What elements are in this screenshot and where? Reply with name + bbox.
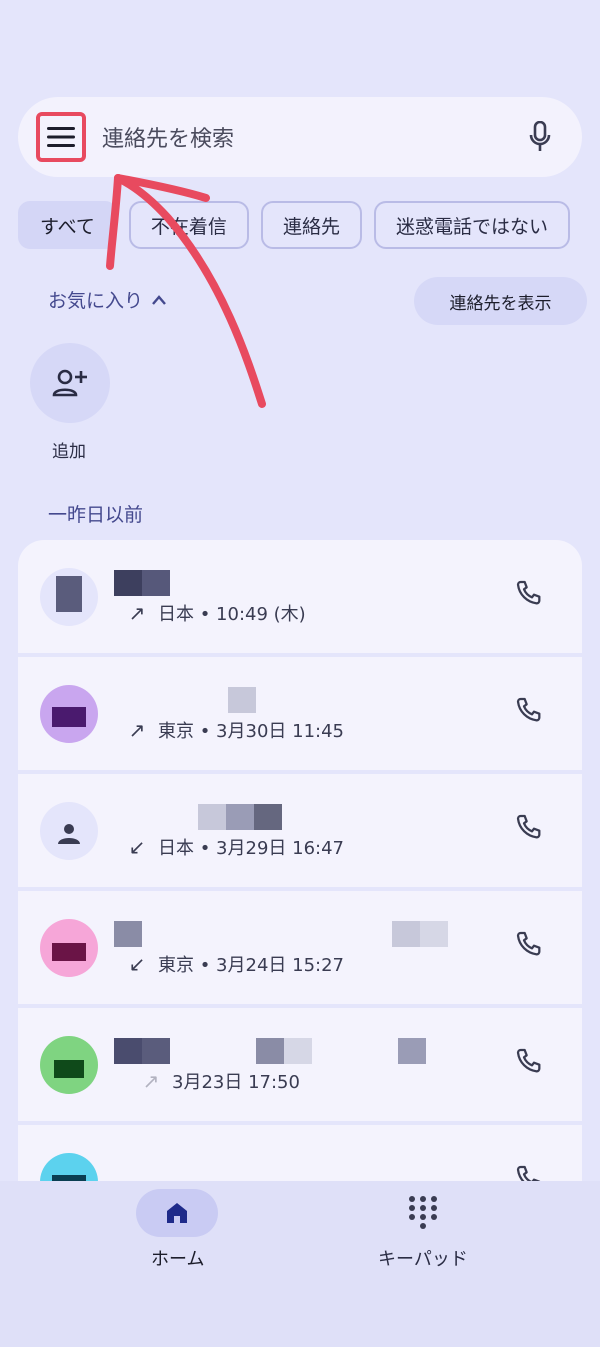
call-detail: 東京 • 3月30日 11:45 [158,721,345,742]
avatar [40,568,98,626]
call-history-item[interactable]: ↗ 3月23日 17:50 [18,1008,582,1121]
chevron-up-icon [152,294,166,305]
chip-not-spam[interactable]: 迷惑電話ではない [373,201,570,249]
search-bar[interactable]: 連絡先を検索 [18,97,582,177]
nav-home-label[interactable]: ホーム [151,1245,204,1271]
phone-icon[interactable] [514,1046,546,1078]
chip-contacts[interactable]: 連絡先 [260,201,362,249]
add-favorite-label: 追加 [52,442,86,462]
add-person-icon [52,369,87,397]
avatar [40,919,98,977]
voice-search-button[interactable] [520,117,560,157]
phone-icon[interactable] [514,578,546,610]
avatar [40,1036,98,1094]
nav-keypad-label[interactable]: キーパッド [378,1245,468,1271]
call-history-item[interactable]: ↗ 東京 • 3月30日 11:45 [18,657,582,770]
menu-icon [47,127,75,147]
call-detail: 東京 • 3月24日 15:27 [158,955,345,976]
call-detail: 日本 • 3月29日 16:47 [158,838,345,859]
favorites-header-label: お気に入り [48,290,144,312]
favorites-header[interactable]: お気に入り [48,286,167,313]
blurred-contact-name [228,687,256,713]
incoming-call-icon: ↙ [128,835,146,859]
outgoing-call-icon: ↗ [128,718,146,742]
recents-section-title: 一昨日以前 [48,504,144,526]
call-history-list: ↗ 日本 • 10:49 (木) ↗ 東京 • 3月30日 11:45 ↙ 日本… [18,540,582,1242]
phone-icon[interactable] [514,929,546,961]
phone-icon[interactable] [514,695,546,727]
phone-icon[interactable] [514,812,546,844]
home-icon [167,1203,187,1223]
outgoing-call-icon: ↗ [128,601,146,625]
microphone-icon [529,121,551,151]
menu-button[interactable] [36,112,86,162]
call-detail: 3月23日 17:50 [172,1072,300,1093]
avatar [40,802,98,860]
filter-chips: すべて 不在着信 連絡先 迷惑電話ではない [18,201,570,249]
outgoing-call-icon: ↗ [142,1069,160,1093]
nav-home-button[interactable] [136,1189,218,1237]
add-favorite-button[interactable] [30,343,110,423]
search-input[interactable]: 連絡先を検索 [102,121,520,153]
chip-missed[interactable]: 不在着信 [128,201,249,249]
call-history-item[interactable]: ↗ 日本 • 10:49 (木) [18,540,582,653]
call-history-item[interactable]: ↙ 日本 • 3月29日 16:47 [18,774,582,887]
chip-all[interactable]: すべて [18,201,117,249]
call-detail: 日本 • 10:49 (木) [158,604,306,625]
blurred-contact-name [114,921,448,947]
blurred-contact-name [114,1038,426,1064]
show-contacts-button[interactable]: 連絡先を表示 [414,277,587,325]
bottom-navigation: ホーム キーパッド [0,1181,600,1347]
incoming-call-icon: ↙ [128,952,146,976]
call-history-item[interactable]: ↙ 東京 • 3月24日 15:27 [18,891,582,1004]
avatar [40,685,98,743]
person-icon [58,824,80,844]
blurred-contact-name [114,570,170,596]
blurred-contact-name [198,804,282,830]
dialpad-icon[interactable] [407,1195,439,1231]
